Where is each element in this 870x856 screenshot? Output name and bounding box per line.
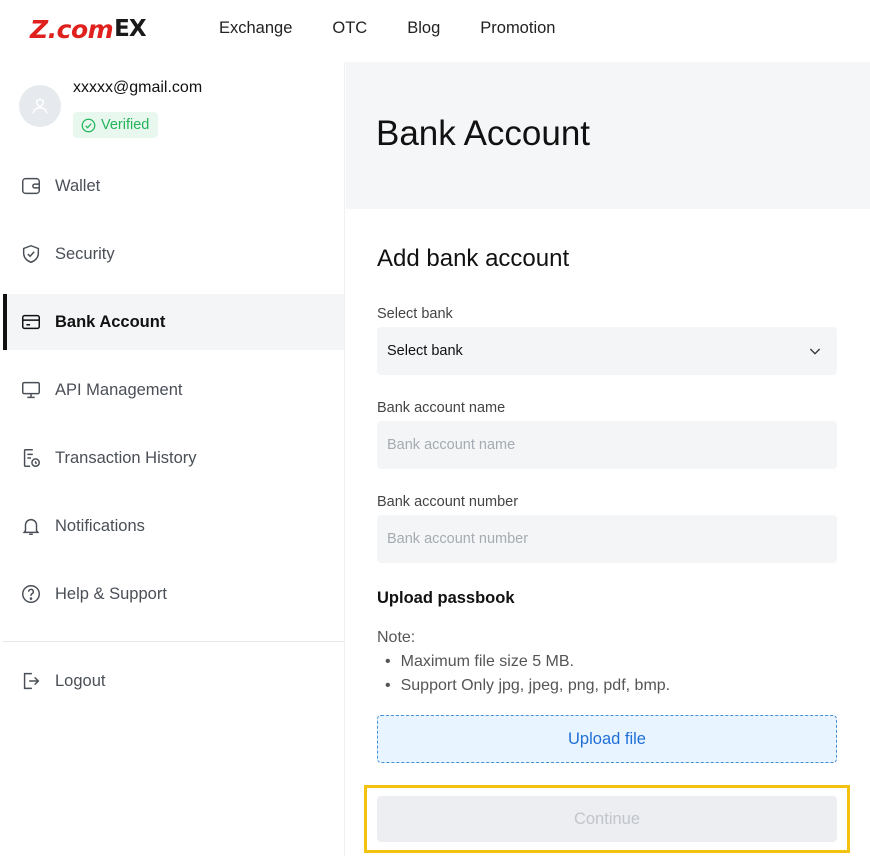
page-header: Bank Account bbox=[346, 62, 870, 209]
sidebar-item-label: Bank Account bbox=[55, 312, 166, 331]
select-bank-value: Select bank bbox=[387, 343, 463, 359]
logout-section: Logout bbox=[3, 653, 344, 721]
nav-exchange[interactable]: Exchange bbox=[219, 19, 292, 38]
chevron-down-icon bbox=[809, 348, 821, 355]
sidebar-item-wallet[interactable]: Wallet bbox=[3, 158, 344, 214]
logout-icon bbox=[19, 669, 43, 693]
nav-otc[interactable]: OTC bbox=[332, 19, 367, 38]
logout-label: Logout bbox=[55, 671, 106, 690]
sidebar-menu: Wallet Security Bank Account API Managem… bbox=[3, 158, 344, 634]
sidebar-item-label: API Management bbox=[55, 380, 183, 399]
main-nav: Exchange OTC Blog Promotion bbox=[219, 19, 595, 38]
logo-main-text: Z.com bbox=[30, 14, 114, 44]
sidebar: xxxxx@gmail.com Verified Wallet Security… bbox=[3, 62, 345, 856]
user-email: xxxxx@gmail.com bbox=[73, 79, 203, 96]
help-icon bbox=[19, 582, 43, 606]
sidebar-item-label: Notifications bbox=[55, 516, 145, 535]
verified-badge: Verified bbox=[73, 112, 159, 138]
history-icon bbox=[19, 446, 43, 470]
note-list: Maximum file size 5 MB. Support Only jpg… bbox=[385, 653, 671, 701]
bank-account-name-label: Bank account name bbox=[377, 400, 506, 416]
upload-file-button[interactable]: Upload file bbox=[377, 715, 837, 763]
select-bank-label: Select bank bbox=[377, 306, 453, 322]
sidebar-item-security[interactable]: Security bbox=[3, 226, 344, 282]
bank-account-name-input[interactable] bbox=[387, 421, 837, 469]
sidebar-item-label: Help & Support bbox=[55, 584, 167, 603]
bank-account-number-field bbox=[377, 515, 837, 563]
logout-button[interactable]: Logout bbox=[3, 653, 344, 709]
sidebar-item-notifications[interactable]: Notifications bbox=[3, 498, 344, 554]
monitor-icon bbox=[19, 378, 43, 402]
sidebar-item-help-support[interactable]: Help & Support bbox=[3, 566, 344, 622]
card-icon bbox=[19, 310, 43, 334]
note-item: Support Only jpg, jpeg, png, pdf, bmp. bbox=[385, 677, 671, 701]
shield-icon bbox=[19, 242, 43, 266]
avatar[interactable] bbox=[19, 85, 61, 127]
logo-suffix-text: EX bbox=[114, 16, 146, 42]
top-bar: Z.com EX Exchange OTC Blog Promotion bbox=[0, 0, 870, 60]
sidebar-item-label: Transaction History bbox=[55, 448, 197, 467]
sidebar-item-label: Security bbox=[55, 244, 115, 263]
brand-logo[interactable]: Z.com EX bbox=[30, 14, 147, 44]
bank-account-number-label: Bank account number bbox=[377, 494, 519, 510]
form-title: Add bank account bbox=[377, 245, 570, 272]
note-label: Note: bbox=[377, 629, 416, 646]
bell-icon bbox=[19, 514, 43, 538]
check-circle-icon bbox=[81, 118, 96, 132]
bank-account-name-field bbox=[377, 421, 837, 469]
nav-blog[interactable]: Blog bbox=[407, 19, 440, 38]
sidebar-divider bbox=[3, 641, 344, 642]
note-item: Maximum file size 5 MB. bbox=[385, 653, 670, 677]
sidebar-item-bank-account[interactable]: Bank Account bbox=[3, 294, 344, 350]
select-bank-dropdown[interactable]: Select bank bbox=[377, 327, 837, 375]
sidebar-item-api-management[interactable]: API Management bbox=[3, 362, 344, 418]
user-icon bbox=[32, 98, 48, 114]
continue-button[interactable]: Continue bbox=[377, 796, 837, 842]
wallet-icon bbox=[19, 174, 43, 198]
sidebar-item-transaction-history[interactable]: Transaction History bbox=[3, 430, 344, 486]
verified-label: Verified bbox=[101, 117, 150, 133]
nav-promotion[interactable]: Promotion bbox=[480, 19, 555, 38]
bank-account-number-input[interactable] bbox=[387, 515, 837, 563]
page-title: Bank Account bbox=[376, 114, 591, 153]
sidebar-item-label: Wallet bbox=[55, 176, 101, 195]
upload-passbook-title: Upload passbook bbox=[377, 589, 515, 607]
